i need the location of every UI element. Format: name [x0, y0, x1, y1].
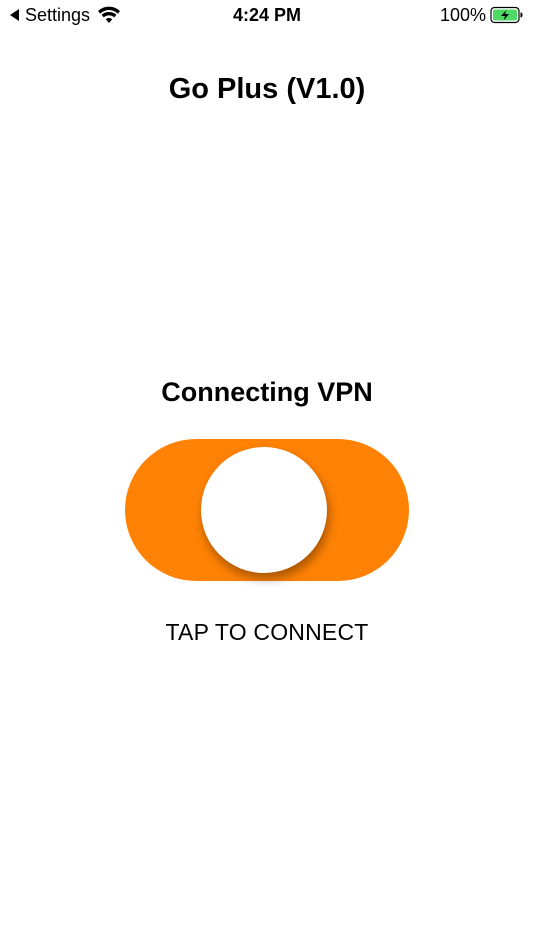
vpn-status-text: Connecting VPN — [161, 377, 373, 407]
battery-status: 100% — [440, 4, 524, 26]
status-bar: Settings 4:24 PM 100% — [0, 0, 534, 30]
tap-to-connect-label[interactable]: TAP TO CONNECT — [0, 617, 534, 647]
battery-percent: 100% — [439, 5, 486, 25]
toggle-knob[interactable] — [201, 447, 327, 573]
app-title: Go Plus (V1.0) — [168, 73, 366, 105]
vpn-toggle-switch[interactable] — [125, 439, 409, 581]
battery-charging-icon — [490, 6, 523, 24]
